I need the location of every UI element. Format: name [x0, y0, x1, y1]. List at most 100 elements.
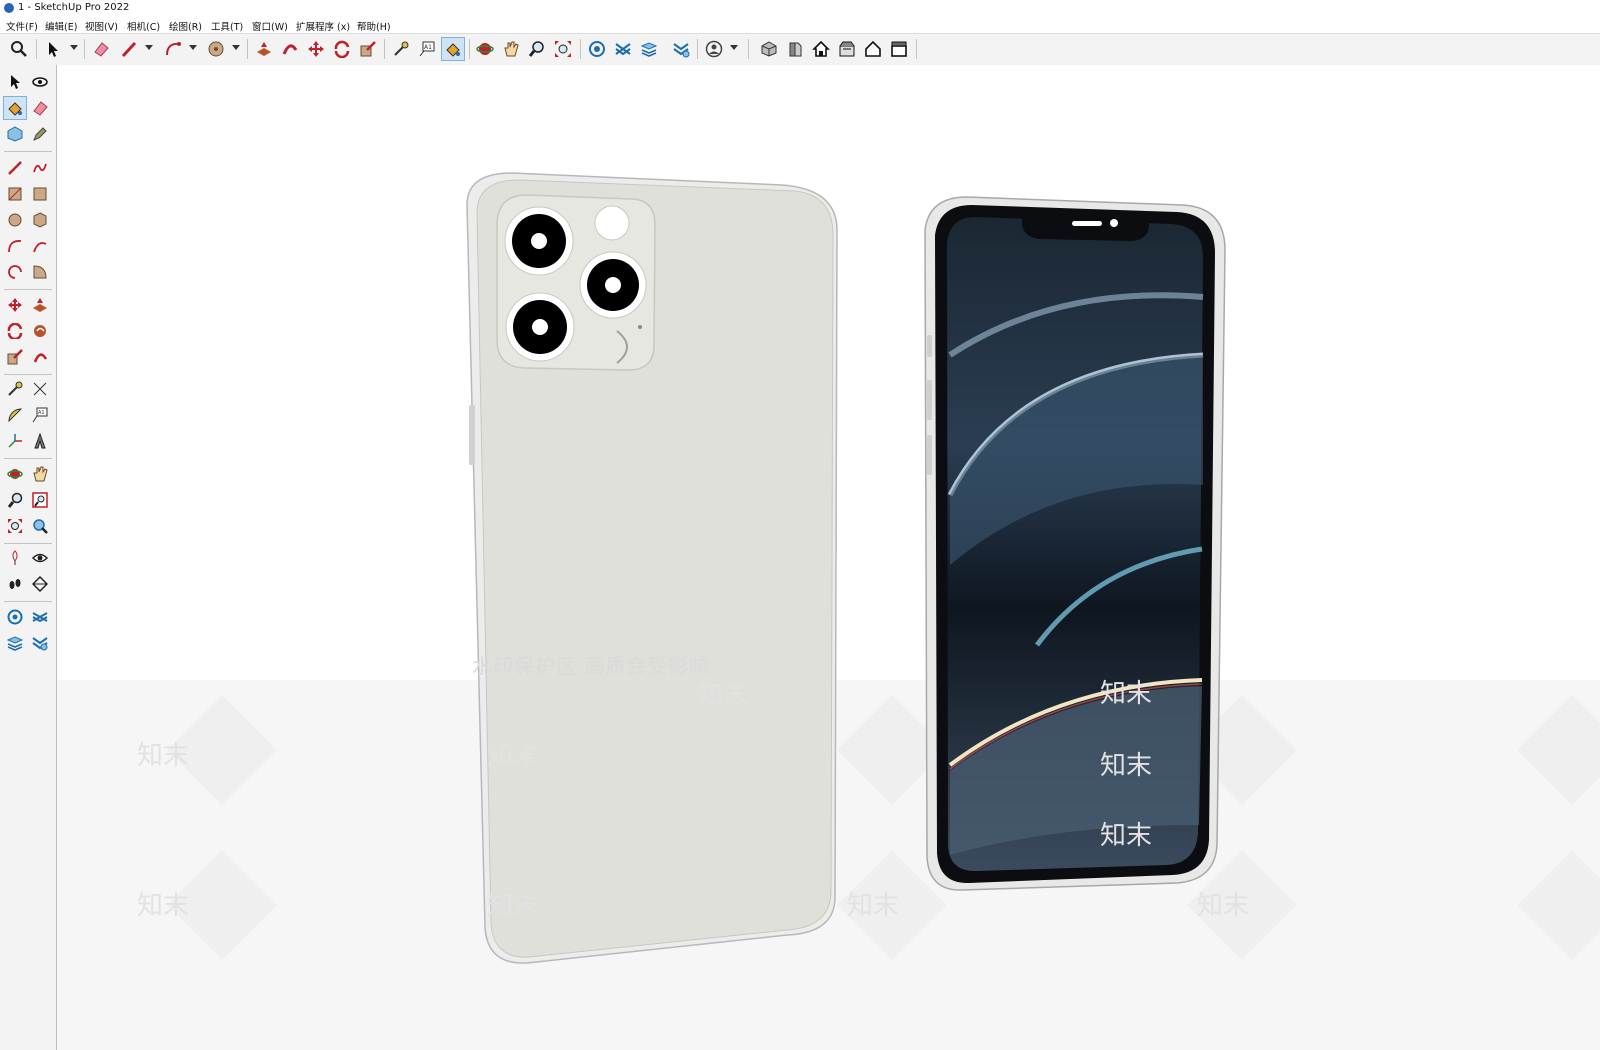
account-dropdown-icon[interactable] [730, 45, 738, 50]
drawing-viewport[interactable]: 水印保护区 画质会受影响 知末 知末 知末 知末 知末 知末 知末 知末 知末 … [57, 65, 1600, 1050]
shape-dropdown-icon[interactable] [232, 45, 240, 50]
house-icon[interactable] [862, 38, 884, 60]
phone-front-model [924, 196, 1226, 891]
text-icon[interactable]: A1 [29, 404, 51, 426]
menu-tools[interactable]: 工具(T) [211, 19, 243, 33]
watermark-brand: 知末 [1100, 679, 1153, 709]
menu-camera[interactable]: 相机(C) [127, 19, 160, 33]
rotate-icon[interactable] [4, 320, 26, 342]
tape-measure-icon[interactable] [390, 38, 412, 60]
front-view-icon[interactable] [784, 38, 806, 60]
pencil-dropdown-icon[interactable] [145, 45, 153, 50]
main-toolbar: A1 [0, 33, 1600, 66]
move-icon[interactable] [305, 38, 327, 60]
zoom-icon[interactable] [4, 489, 26, 511]
tag-icon[interactable] [29, 123, 51, 145]
zoom-icon[interactable] [526, 38, 548, 60]
follow-me-icon[interactable] [279, 38, 301, 60]
three-point-arc-icon[interactable] [29, 235, 51, 257]
select-icon[interactable] [42, 38, 64, 60]
styles-icon[interactable] [670, 38, 692, 60]
select-icon[interactable] [4, 71, 26, 93]
push-pull-icon[interactable] [253, 38, 275, 60]
pencil-icon[interactable] [118, 38, 140, 60]
arc-icon[interactable] [162, 38, 184, 60]
title-bar: 1 - SketchUp Pro 2022 [0, 0, 1600, 17]
eraser-icon[interactable] [29, 97, 51, 119]
watermark-brand: 知末 [487, 741, 540, 771]
back-view-icon[interactable] [836, 38, 858, 60]
orbit-icon[interactable] [474, 38, 496, 60]
rotate-icon[interactable] [331, 38, 353, 60]
menu-view[interactable]: 视图(V) [85, 19, 118, 33]
warehouse-icon[interactable] [586, 38, 608, 60]
menu-window[interactable]: 窗口(W) [252, 19, 288, 33]
rotated-rectangle-icon[interactable] [29, 183, 51, 205]
window-title: 1 - SketchUp Pro 2022 [18, 2, 130, 13]
arc-icon[interactable] [4, 235, 26, 257]
watermark-brand: 知末 [1100, 751, 1153, 781]
freehand-icon[interactable] [29, 157, 51, 179]
orbit-icon[interactable] [29, 71, 51, 93]
side-view-icon[interactable] [888, 38, 910, 60]
walk-icon[interactable] [4, 573, 26, 595]
move-icon[interactable] [4, 294, 26, 316]
line-icon[interactable] [4, 157, 26, 179]
watermark-brand: 知末 [1197, 891, 1250, 921]
scale-icon[interactable] [4, 346, 26, 368]
push-pull-icon[interactable] [29, 294, 51, 316]
paint-bucket-icon[interactable] [3, 96, 27, 120]
zoom-window-icon[interactable] [29, 489, 51, 511]
menu-edit[interactable]: 编辑(E) [45, 19, 77, 33]
arc-dropdown-icon[interactable] [189, 45, 197, 50]
previous-view-icon[interactable] [29, 515, 51, 537]
follow-me-icon[interactable] [29, 320, 51, 342]
svg-text:A1: A1 [424, 44, 432, 51]
extension-manager-icon[interactable] [612, 38, 634, 60]
protractor-icon[interactable] [4, 404, 26, 426]
extension-warehouse-icon[interactable] [29, 606, 51, 628]
paint-bucket-icon[interactable] [441, 37, 465, 61]
axes-icon[interactable] [4, 430, 26, 452]
3d-text-icon[interactable] [29, 430, 51, 452]
orbit-icon[interactable] [4, 463, 26, 485]
two-point-arc-icon[interactable] [29, 261, 51, 283]
circle-icon[interactable] [205, 38, 227, 60]
iso-view-icon[interactable] [758, 38, 780, 60]
section-plane-icon[interactable] [29, 573, 51, 595]
menu-help[interactable]: 帮助(H) [357, 19, 391, 33]
text-icon[interactable]: A1 [416, 38, 438, 60]
offset-icon[interactable] [29, 346, 51, 368]
tape-measure-icon[interactable] [4, 378, 26, 400]
watermark-brand: 知末 [697, 681, 750, 711]
look-around-icon[interactable] [29, 547, 51, 569]
dimension-icon[interactable] [29, 378, 51, 400]
left-toolbar: A1 [0, 65, 57, 1050]
scale-icon[interactable] [357, 38, 379, 60]
watermark-brand: 知末 [487, 891, 540, 921]
circle-icon[interactable] [4, 209, 26, 231]
menu-draw[interactable]: 绘图(R) [169, 19, 202, 33]
home-icon[interactable] [810, 38, 832, 60]
select-dropdown-icon[interactable] [70, 45, 78, 50]
eraser-icon[interactable] [90, 38, 112, 60]
position-camera-icon[interactable] [4, 547, 26, 569]
polygon-icon[interactable] [29, 209, 51, 231]
search-icon[interactable] [8, 38, 30, 60]
pan-icon[interactable] [29, 463, 51, 485]
pan-icon[interactable] [500, 38, 522, 60]
zoom-extents-icon[interactable] [552, 38, 574, 60]
warehouse-icon[interactable] [4, 606, 26, 628]
account-icon[interactable] [703, 38, 725, 60]
styles-icon[interactable] [29, 632, 51, 654]
watermark-brand: 知末 [137, 741, 190, 771]
pie-icon[interactable] [4, 261, 26, 283]
layers-icon[interactable] [638, 38, 660, 60]
zoom-extents-icon[interactable] [4, 515, 26, 537]
component-icon[interactable] [4, 123, 26, 145]
layers-icon[interactable] [4, 632, 26, 654]
menu-bar: 文件(F) 编辑(E) 视图(V) 相机(C) 绘图(R) 工具(T) 窗口(W… [0, 17, 1600, 33]
rectangle-icon[interactable] [4, 183, 26, 205]
menu-file[interactable]: 文件(F) [6, 19, 38, 33]
menu-extensions[interactable]: 扩展程序 (x) [296, 19, 350, 33]
